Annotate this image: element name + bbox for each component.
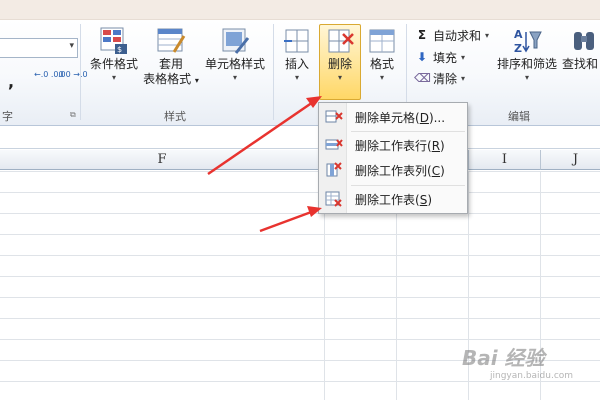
red-arrow-to-delete-sheet [259,206,322,233]
baidu-watermark: Bai 经验 jingyan.baidu.com [462,342,592,392]
watermark-logo: Bai 经验 [462,346,545,370]
watermark-url: jingyan.baidu.com [490,371,574,381]
red-arrow-to-delete-button [207,96,322,176]
annotation-arrows [207,96,322,233]
